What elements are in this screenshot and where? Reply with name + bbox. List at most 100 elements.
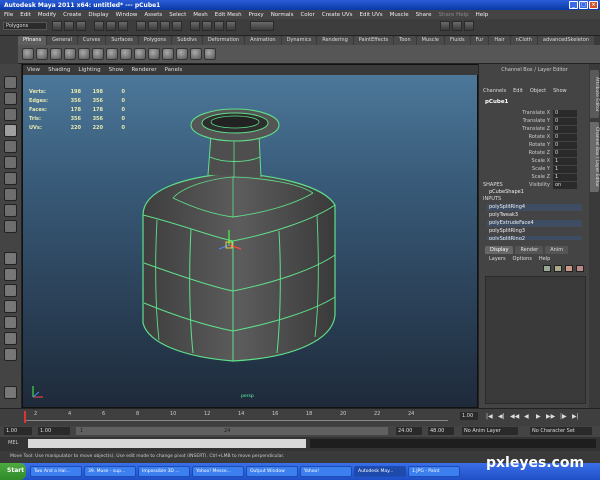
shelf-tab-painteffects[interactable]: PaintEffects bbox=[353, 36, 394, 45]
snap-point-icon[interactable] bbox=[160, 21, 170, 31]
cb-menu-edit[interactable]: Edit bbox=[513, 88, 523, 94]
sculpt-icon[interactable] bbox=[176, 48, 188, 60]
menu-share[interactable]: Share bbox=[416, 12, 432, 18]
select-hierarchy-icon[interactable] bbox=[94, 21, 104, 31]
extrude-icon[interactable] bbox=[120, 48, 132, 60]
play-forward-icon[interactable]: ▶ bbox=[536, 413, 541, 420]
taskbar-item[interactable]: Two And a Hal... bbox=[30, 466, 82, 477]
shelf-tab-deformation[interactable]: Deformation bbox=[202, 36, 245, 45]
shelf-tab-fluids[interactable]: Fluids bbox=[444, 36, 470, 45]
layer-tab-display[interactable]: Display bbox=[485, 246, 514, 254]
layer-menu-layers[interactable]: Layers bbox=[489, 256, 506, 262]
step-back-icon[interactable]: ◀| bbox=[498, 413, 505, 420]
layer-list[interactable] bbox=[485, 276, 586, 404]
shelf-tab-animation[interactable]: Animation bbox=[245, 36, 281, 45]
mel-label[interactable]: MEL bbox=[8, 440, 18, 446]
show-tool-settings-icon[interactable] bbox=[452, 21, 462, 31]
menu-create-uvs[interactable]: Create UVs bbox=[322, 12, 353, 18]
new-scene-icon[interactable] bbox=[52, 21, 62, 31]
shelf-tab-dynamics[interactable]: Dynamics bbox=[281, 36, 317, 45]
last-tool-icon[interactable] bbox=[4, 220, 17, 233]
command-input[interactable] bbox=[28, 439, 306, 448]
layer-menu-options[interactable]: Options bbox=[513, 256, 532, 262]
save-scene-icon[interactable] bbox=[76, 21, 86, 31]
persp-text-layout-icon[interactable] bbox=[4, 332, 17, 345]
perspective-viewport[interactable]: View Shading Lighting Show Renderer Pane… bbox=[22, 64, 479, 409]
attribute-value[interactable]: 0 bbox=[553, 109, 577, 117]
taskbar-item[interactable]: 1.JPG - Paint bbox=[408, 466, 460, 477]
attribute-row[interactable]: Translate Z0 bbox=[483, 125, 580, 133]
shelf-tab-surfaces[interactable]: Surfaces bbox=[106, 36, 138, 45]
attribute-value[interactable]: on bbox=[553, 181, 577, 189]
new-layer-from-selection-icon[interactable] bbox=[554, 265, 562, 272]
attribute-value[interactable]: 1 bbox=[553, 173, 577, 181]
menu-color[interactable]: Color bbox=[300, 12, 314, 18]
layer-tab-render[interactable]: Render bbox=[515, 246, 544, 254]
shelf-tab-advancedskeleton[interactable]: advancedSkeleton bbox=[537, 36, 594, 45]
single-perspective-layout-icon[interactable] bbox=[4, 252, 17, 265]
play-backward-icon[interactable]: ◀ bbox=[524, 413, 529, 420]
input-line-field[interactable] bbox=[250, 21, 274, 31]
taskbar-item-active[interactable]: Autodesk May... bbox=[354, 466, 406, 477]
custom-layout-icon[interactable] bbox=[4, 386, 17, 399]
taskbar-item[interactable]: Output Window bbox=[246, 466, 298, 477]
poly-plane-icon[interactable] bbox=[64, 48, 76, 60]
paint-select-tool-icon[interactable] bbox=[4, 108, 17, 121]
menu-display[interactable]: Display bbox=[88, 12, 108, 18]
select-object-icon[interactable] bbox=[106, 21, 116, 31]
attribute-value[interactable]: 0 bbox=[553, 149, 577, 157]
side-tab-channel-box[interactable]: Channel Box / Layer Editor bbox=[590, 122, 599, 192]
shelf-tab-pfinans[interactable]: Pfinans bbox=[18, 36, 47, 45]
snap-grid-icon[interactable] bbox=[136, 21, 146, 31]
goto-start-icon[interactable]: |◀ bbox=[486, 413, 493, 420]
menu-create[interactable]: Create bbox=[63, 12, 81, 18]
shelf-tab-subdivs[interactable]: Subdivs bbox=[172, 36, 202, 45]
input-node[interactable]: polySplitRing4 bbox=[487, 204, 582, 211]
shelf-tab-curves[interactable]: Curves bbox=[77, 36, 106, 45]
shelf-tab-ncloth[interactable]: nCloth bbox=[510, 36, 537, 45]
menu-share-help[interactable]: Share Help bbox=[439, 12, 469, 18]
menu-edit[interactable]: Edit bbox=[20, 12, 31, 18]
range-start-field[interactable]: 1.00 bbox=[38, 427, 70, 435]
attribute-value[interactable]: 1 bbox=[553, 165, 577, 173]
input-node[interactable]: polyExtrudeFace4 bbox=[487, 220, 582, 227]
taskbar-item[interactable]: 39. Muse - sup... bbox=[84, 466, 136, 477]
menu-normals[interactable]: Normals bbox=[271, 12, 294, 18]
shelf-tab-fur[interactable]: Fur bbox=[470, 36, 489, 45]
input-node[interactable]: polySplitRing3 bbox=[487, 228, 582, 235]
range-end-field[interactable]: 24.00 bbox=[396, 427, 422, 435]
menu-set-dropdown[interactable]: Polygons bbox=[3, 22, 47, 30]
uv-editor-icon[interactable] bbox=[204, 48, 216, 60]
shelf-tab-general[interactable]: General bbox=[47, 36, 77, 45]
scale-tool-icon[interactable] bbox=[4, 156, 17, 169]
universal-manipulator-icon[interactable] bbox=[4, 172, 17, 185]
selected-object-name[interactable]: pCube1 bbox=[485, 99, 508, 105]
menu-mesh[interactable]: Mesh bbox=[193, 12, 207, 18]
attribute-value[interactable]: 0 bbox=[553, 133, 577, 141]
attribute-value[interactable]: 0 bbox=[553, 141, 577, 149]
shelf-tab-polygons[interactable]: Polygons bbox=[138, 36, 172, 45]
taskbar-item[interactable]: Impossible 3D ... bbox=[138, 466, 190, 477]
open-scene-icon[interactable] bbox=[64, 21, 74, 31]
lasso-tool-icon[interactable] bbox=[4, 92, 17, 105]
anim-layer-dropdown[interactable]: No Anim Layer bbox=[462, 427, 518, 435]
history-icon[interactable] bbox=[190, 21, 200, 31]
select-component-icon[interactable] bbox=[118, 21, 128, 31]
attribute-row[interactable]: Translate X0 bbox=[483, 109, 580, 117]
taskbar-item[interactable]: Yahoo! Messe... bbox=[192, 466, 244, 477]
bevel-icon[interactable] bbox=[190, 48, 202, 60]
bottle-mesh[interactable] bbox=[23, 65, 479, 409]
menu-file[interactable]: File bbox=[4, 12, 13, 18]
current-frame-field[interactable]: 1.00 bbox=[460, 412, 478, 420]
persp-graph-layout-icon[interactable] bbox=[4, 300, 17, 313]
attribute-value[interactable]: 0 bbox=[553, 117, 577, 125]
menu-select[interactable]: Select bbox=[169, 12, 186, 18]
poly-torus-icon[interactable] bbox=[78, 48, 90, 60]
snap-surface-icon[interactable] bbox=[172, 21, 182, 31]
attribute-row[interactable]: Translate Y0 bbox=[483, 117, 580, 125]
cb-menu-object[interactable]: Object bbox=[530, 88, 546, 94]
prev-key-icon[interactable]: ◀◀ bbox=[510, 413, 519, 420]
goto-end-icon[interactable]: ▶| bbox=[572, 413, 579, 420]
attribute-row[interactable]: Rotate Z0 bbox=[483, 149, 580, 157]
shelf-tab-muscle[interactable]: Muscle bbox=[416, 36, 444, 45]
